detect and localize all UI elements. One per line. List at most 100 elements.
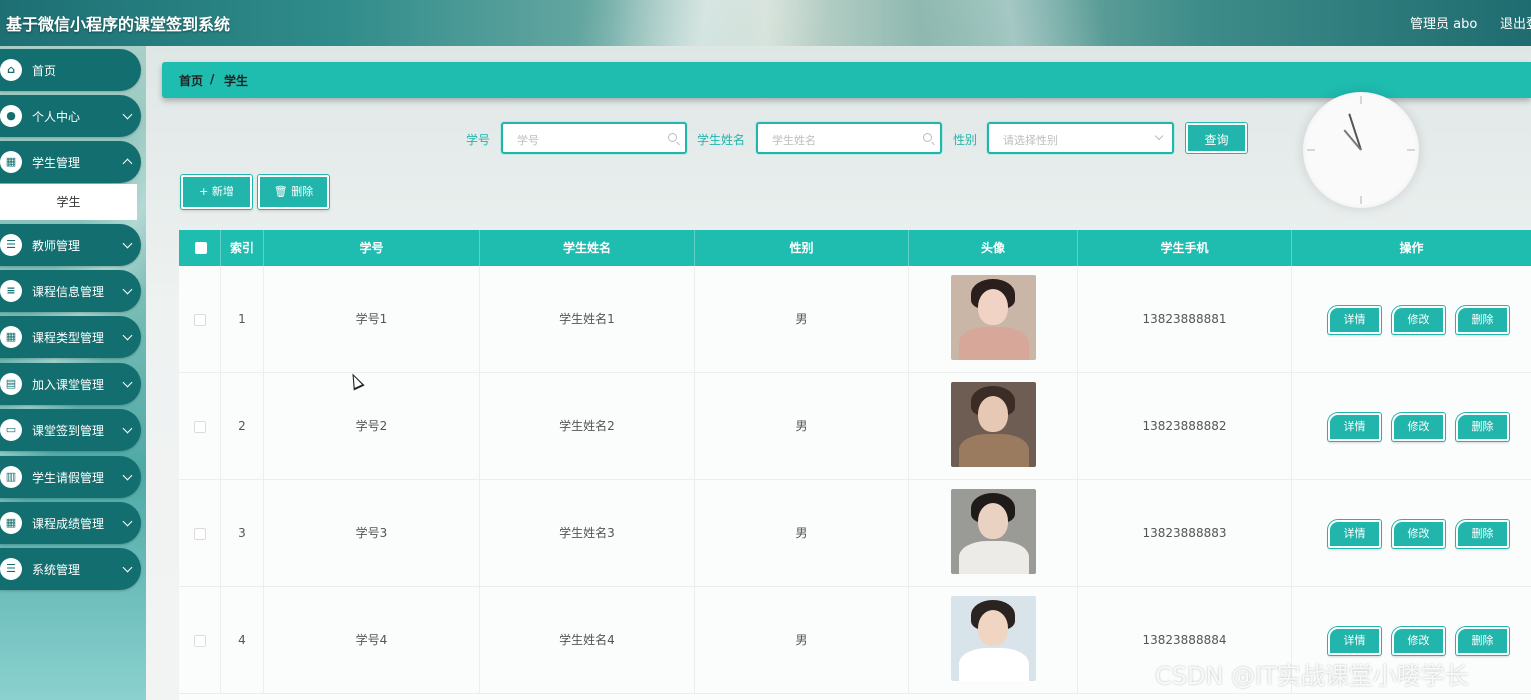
book-icon: ▥ [0,466,22,488]
delete-button[interactable]: 删除 [1456,413,1509,441]
student-id-input[interactable]: 学号 [501,122,687,154]
row-checkbox[interactable] [194,314,206,326]
row-checkbox[interactable] [194,421,206,433]
gender-cell: 男 [695,373,909,480]
sidebar-item-label: 课堂签到管理 [32,424,105,438]
sidebar-subitem-student[interactable]: 学生 [0,184,137,220]
table-header: 索引 学号 学生姓名 性别 头像 学生手机 操作 [179,230,1531,266]
sidebar-item-checkin[interactable]: ▭ 课堂签到管理 [0,409,141,451]
query-button[interactable]: 查询 [1186,123,1247,153]
chevron-down-icon [122,109,133,120]
breadcrumb-current: 学生 [224,74,249,88]
avatar-face [978,503,1008,539]
row-checkbox[interactable] [194,635,206,647]
gender-select[interactable]: 请选择性别 [987,122,1174,154]
student-name-input[interactable]: 学生姓名 [756,122,942,154]
header-avatar: 头像 [909,230,1078,266]
index-cell: 1 [221,266,264,373]
sliders-icon: ≡ [0,280,22,302]
sidebar-item-label: 首页 [32,64,57,78]
add-button[interactable]: + 新增 [181,175,252,209]
chevron-down-icon [122,423,133,434]
student-id-placeholder: 学号 [517,134,539,147]
student-id-label: 学号 [466,133,491,147]
student-id-cell: 学号3 [264,480,480,587]
select-all-checkbox[interactable] [195,242,207,254]
chevron-down-icon [122,516,133,527]
detail-button[interactable]: 详情 [1328,413,1381,441]
table-row: 1 学号1 学生姓名1 男 13823888881 详情 修改 删除 [179,266,1531,373]
sidebar-item-label: 课程类型管理 [32,331,105,345]
detail-button[interactable]: 详情 [1328,627,1381,655]
sidebar-item-leave[interactable]: ▥ 学生请假管理 [0,456,141,498]
avatar-face [978,289,1008,325]
edit-button[interactable]: 修改 [1392,627,1445,655]
batch-delete-button[interactable]: 🗑 删除 [258,175,329,209]
gender-label: 性别 [953,133,978,147]
logout-link[interactable]: 退出登录 [1500,13,1531,32]
sidebar-item-course-info[interactable]: ≡ 课程信息管理 [0,270,141,312]
chevron-down-icon [122,238,133,249]
gender-cell: 男 [695,266,909,373]
student-id-cell: 学号2 [264,373,480,480]
sidebar-item-course-type[interactable]: ▦ 课程类型管理 [0,316,141,358]
student-name-cell: 学生姓名3 [480,480,695,587]
delete-button[interactable]: 删除 [1456,520,1509,548]
list-icon: ☰ [0,234,22,256]
avatar-body [959,434,1029,467]
avatar-face [978,610,1008,646]
header-student-id: 学号 [264,230,480,266]
row-checkbox[interactable] [194,528,206,540]
user-icon: ● [0,105,22,127]
detail-button[interactable]: 详情 [1328,306,1381,334]
sidebar-item-profile[interactable]: ● 个人中心 [0,95,141,137]
home-icon: ⌂ [0,59,22,81]
student-id-cell: 学号1 [264,266,480,373]
clock-tick [1307,149,1315,151]
detail-button[interactable]: 详情 [1328,520,1381,548]
sidebar-item-grades[interactable]: ▦ 课程成绩管理 [0,502,141,544]
chevron-up-icon [122,158,133,169]
clock-widget [1303,92,1419,208]
sidebar-item-students[interactable]: ▦ 学生管理 [0,141,141,183]
clock-tick [1360,96,1362,104]
breadcrumb-home[interactable]: 首页 [179,72,203,89]
sidebar-item-label: 教师管理 [32,239,81,253]
delete-button[interactable]: 删除 [1456,306,1509,334]
breadcrumb: 首页 / 学生 [162,62,1531,98]
delete-button[interactable]: 删除 [1456,627,1509,655]
chevron-down-icon [1154,131,1164,141]
sidebar-item-home[interactable]: ⌂ 首页 [0,49,141,91]
student-name-placeholder: 学生姓名 [772,134,816,147]
edit-button[interactable]: 修改 [1392,306,1445,334]
grid-icon: ▦ [0,151,22,173]
avatar-face [978,396,1008,432]
table-row: 3 学号3 学生姓名3 男 13823888883 详情 修改 删除 [179,480,1531,587]
avatar-body [959,327,1029,360]
phone-cell: 13823888883 [1078,480,1292,587]
grid-icon: ▦ [0,512,22,534]
sidebar-item-label: 课程成绩管理 [32,517,105,531]
sidebar-item-join-class[interactable]: ▤ 加入课堂管理 [0,363,141,405]
app-header: 基于微信小程序的课堂签到系统 管理员 abo 退出登录 [0,0,1531,46]
index-cell: 4 [221,587,264,694]
avatar [951,489,1036,574]
app-title: 基于微信小程序的课堂签到系统 [6,15,231,34]
edit-button[interactable]: 修改 [1392,520,1445,548]
sidebar-item-system[interactable]: ☰ 系统管理 [0,548,141,590]
edit-button[interactable]: 修改 [1392,413,1445,441]
avatar-body [959,648,1029,681]
sidebar-item-label: 学生请假管理 [32,471,105,485]
gender-cell: 男 [695,480,909,587]
index-cell: 3 [221,480,264,587]
chevron-down-icon [122,470,133,481]
sidebar-item-teachers[interactable]: ☰ 教师管理 [0,224,141,266]
sidebar-item-label: 学生管理 [32,156,81,170]
current-user: 管理员 abo [1410,17,1478,32]
chevron-down-icon [122,377,133,388]
gender-cell: 男 [695,587,909,694]
header-student-name: 学生姓名 [480,230,695,266]
avatar [951,275,1036,360]
search-icon [668,133,677,142]
phone-cell: 13823888882 [1078,373,1292,480]
